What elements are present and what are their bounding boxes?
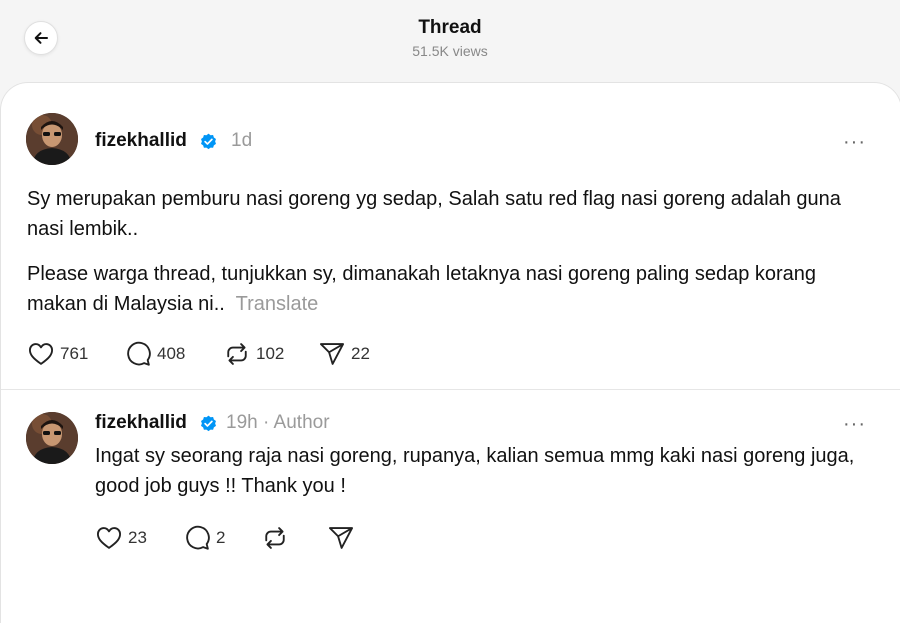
- thread-card: fizekhallid 1d ··· Sy merupakan pemburu …: [0, 82, 900, 623]
- post-text-1: Sy merupakan pemburu nasi goreng yg seda…: [27, 188, 841, 240]
- post-paragraph-2: Please warga thread, tunjukkan sy, diman…: [27, 259, 877, 319]
- reply-time[interactable]: 19h: [226, 412, 258, 433]
- like-count: 761: [60, 344, 89, 363]
- verified-badge-icon: [201, 415, 216, 432]
- like-count: 23: [128, 528, 147, 547]
- reply-post: fizekhallid 19h · Author ··· Ingat sy se…: [1, 390, 900, 620]
- page-title: Thread: [418, 17, 482, 38]
- repost-count: 102: [256, 344, 285, 363]
- comment-count: 408: [157, 344, 186, 363]
- share-count: 22: [351, 344, 370, 363]
- post-actions: 761 408 102 22: [27, 340, 370, 368]
- repost-button[interactable]: [261, 524, 327, 552]
- avatar[interactable]: [26, 412, 78, 464]
- repost-button[interactable]: 102: [223, 340, 318, 368]
- reply-meta: 19h · Author: [226, 411, 330, 435]
- repost-icon: [227, 343, 247, 365]
- main-post: fizekhallid 1d ··· Sy merupakan pemburu …: [1, 83, 900, 390]
- repost-icon: [265, 527, 285, 549]
- share-icon: [319, 343, 345, 365]
- share-icon: [328, 527, 354, 549]
- more-options-button[interactable]: ···: [843, 132, 866, 152]
- post-text-2: Please warga thread, tunjukkan sy, diman…: [27, 263, 817, 315]
- heart-icon: [96, 527, 122, 549]
- translate-link[interactable]: Translate: [236, 293, 319, 315]
- share-button[interactable]: 22: [318, 340, 370, 368]
- view-count: 51.5K views: [412, 43, 488, 59]
- heart-icon: [28, 343, 54, 365]
- meta-separator: ·: [262, 412, 270, 433]
- more-options-button[interactable]: ···: [843, 414, 866, 434]
- title-wrap: Thread 51.5K views: [0, 16, 900, 60]
- comment-button[interactable]: 408: [124, 340, 223, 368]
- post-time[interactable]: 1d: [231, 129, 252, 153]
- avatar[interactable]: [26, 113, 78, 165]
- verified-badge-icon: [201, 133, 216, 150]
- username[interactable]: fizekhallid: [95, 129, 187, 153]
- top-bar: Thread 51.5K views: [0, 0, 900, 82]
- reply-text: Ingat sy seorang raja nasi goreng, rupan…: [95, 445, 855, 497]
- comment-icon: [186, 525, 210, 550]
- author-label: Author: [273, 412, 330, 433]
- comment-count: 2: [216, 528, 226, 547]
- like-button[interactable]: 761: [27, 340, 124, 368]
- reply-actions: 23 2: [95, 524, 355, 552]
- comment-button[interactable]: 2: [183, 524, 261, 552]
- like-button[interactable]: 23: [95, 524, 183, 552]
- share-button[interactable]: [327, 524, 355, 552]
- username[interactable]: fizekhallid: [95, 411, 187, 435]
- comment-icon: [127, 341, 151, 366]
- post-paragraph-1: Sy merupakan pemburu nasi goreng yg seda…: [27, 184, 867, 244]
